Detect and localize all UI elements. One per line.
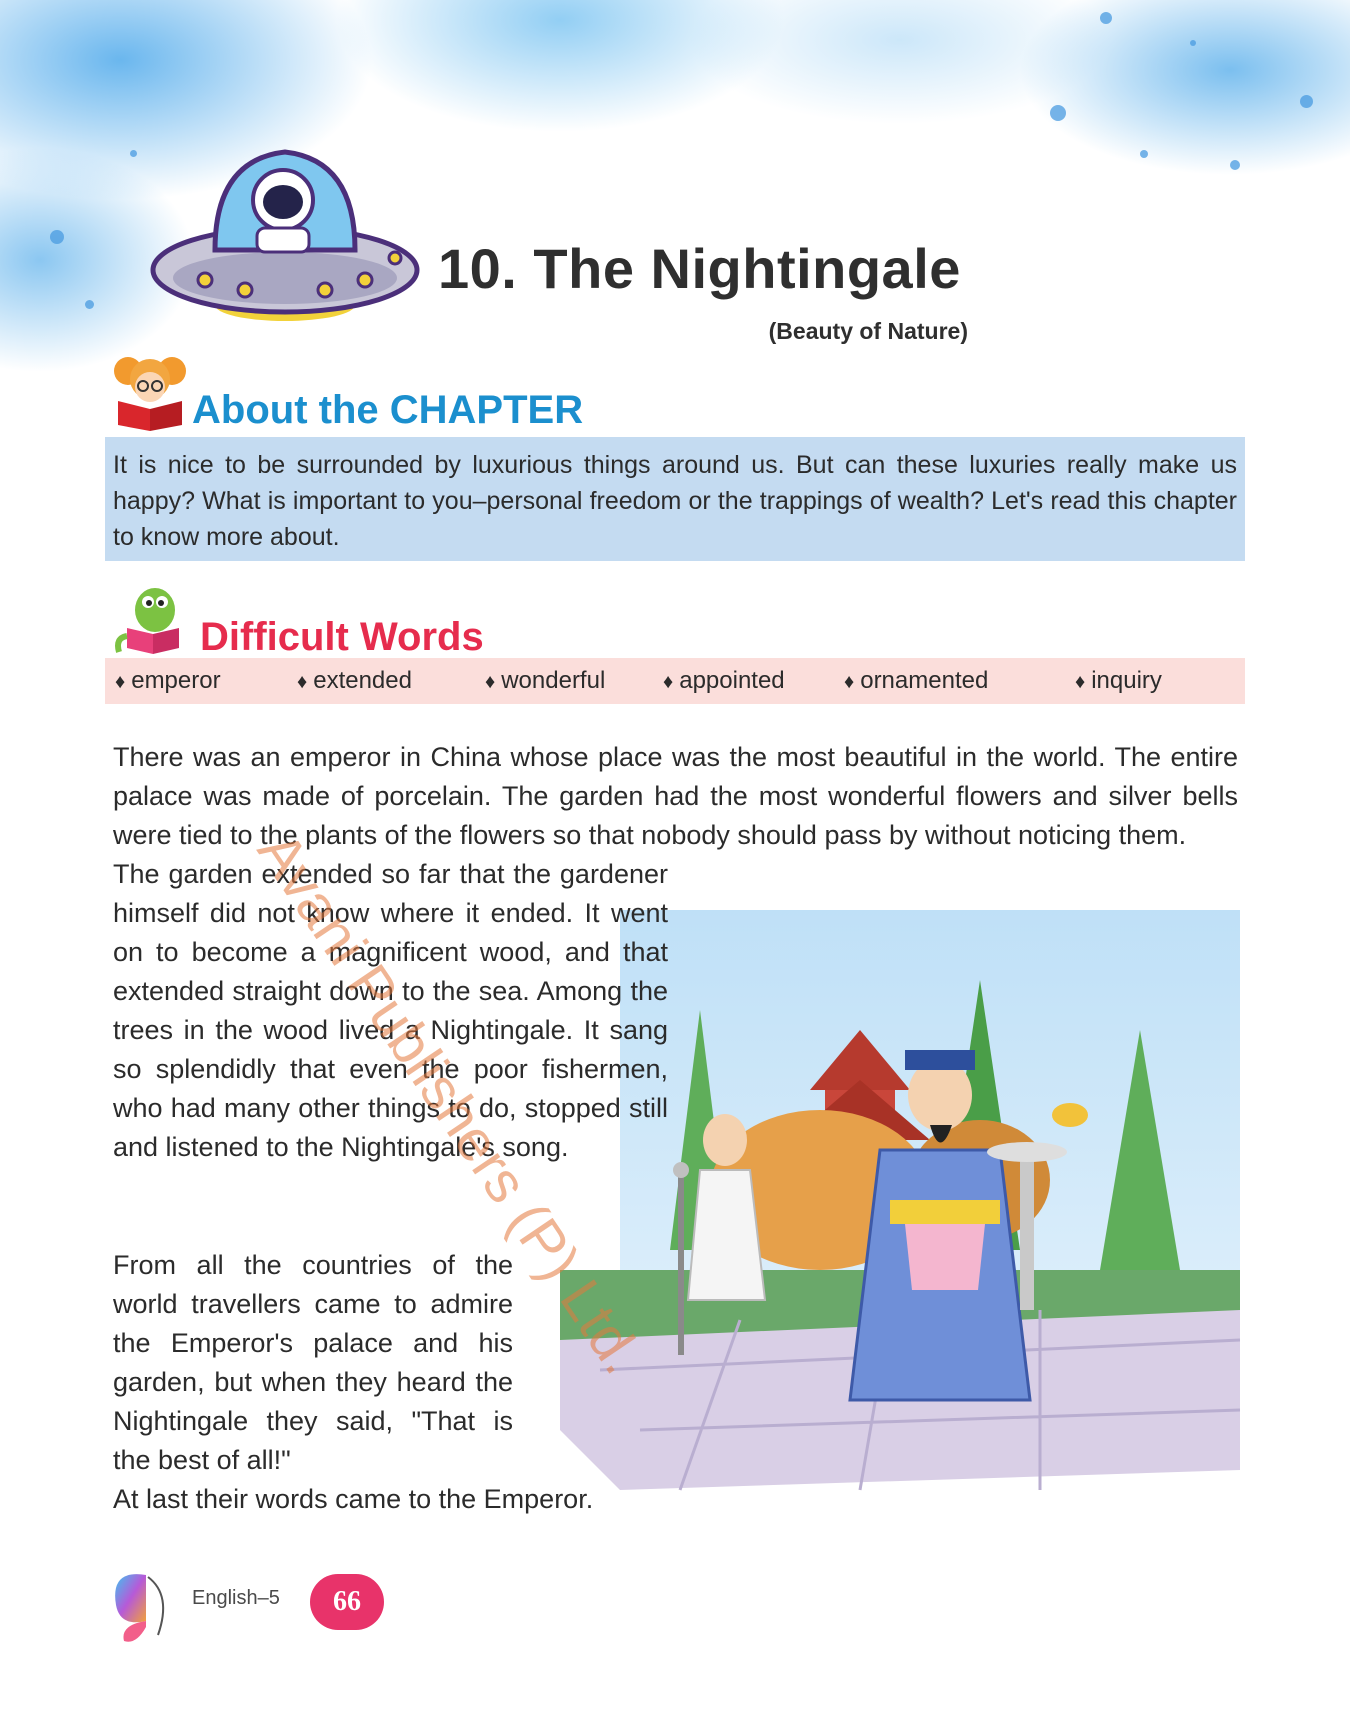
story-intro-paragraph: There was an emperor in China whose plac… [113,742,1238,850]
paint-splatter [1100,12,1112,24]
story-paragraph-2: From all the countries of the world trav… [113,1250,513,1475]
paint-splatter [1050,105,1066,121]
diamond-bullet-icon: ♦ [1075,671,1086,693]
diamond-bullet-icon: ♦ [844,671,855,693]
butterfly-logo-icon [115,1574,165,1642]
paint-splatter [1230,160,1240,170]
paint-splatter [130,150,137,157]
difficult-words-heading: Difficult Words [200,615,484,659]
ufo-astronaut-illustration [150,149,420,321]
paint-splatter [85,300,94,309]
chapter-title: 10. The Nightingale [438,237,961,300]
about-chapter-box: It is nice to be surrounded by luxurious… [105,437,1245,561]
paint-splatter [1300,95,1313,108]
story-paragraph-3: At last their words came to the Emperor. [113,1484,594,1514]
difficult-word: ♦ emperor [115,667,221,694]
paint-splatter [1140,150,1148,158]
difficult-word: ♦ wonderful [485,667,606,694]
difficult-word: ♦ ornamented [844,667,989,694]
diamond-bullet-icon: ♦ [297,671,308,693]
paint-splatter [50,230,64,244]
difficult-word: ♦ extended [297,667,412,694]
difficult-word: ♦ inquiry [1075,667,1162,694]
difficult-word: ♦ appointed [663,667,785,694]
about-chapter-heading: About the CHAPTER [192,388,584,432]
page-number-badge: 66 [310,1574,384,1630]
chapter-theme: (Beauty of Nature) [768,318,968,344]
paint-splatter [1190,40,1196,46]
about-chapter-text: It is nice to be surrounded by luxurious… [113,451,1237,551]
difficult-words-bar: ♦ emperor ♦ extended ♦ wonderful ♦ appointed… [105,658,1245,704]
diamond-bullet-icon: ♦ [663,671,674,693]
girl-reading-icon [114,357,186,431]
book-name: English–5 [192,1587,280,1609]
dinosaur-reading-icon [115,588,179,654]
diamond-bullet-icon: ♦ [485,671,496,693]
diamond-bullet-icon: ♦ [115,671,126,693]
story-paragraph-1: The garden extended so far that the gard… [113,859,668,1162]
